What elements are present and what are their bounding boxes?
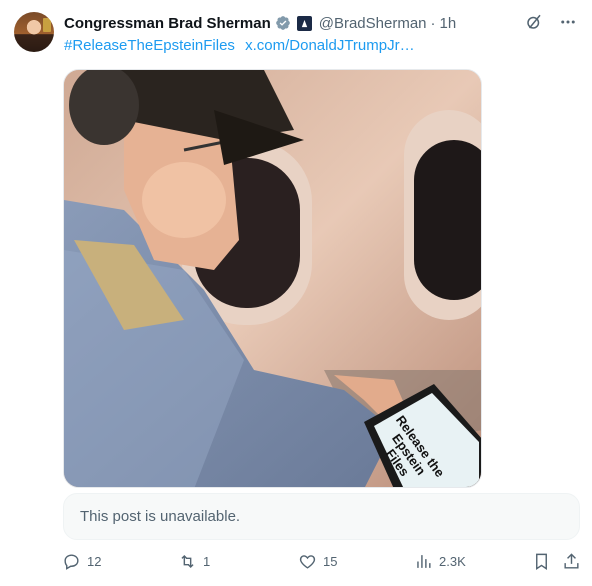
more-icon[interactable] xyxy=(558,12,578,32)
header-actions xyxy=(524,12,578,32)
grok-icon[interactable] xyxy=(524,12,544,32)
like-count: 15 xyxy=(323,554,338,569)
reply-icon xyxy=(64,554,79,570)
share-button[interactable] xyxy=(562,552,581,571)
reply-count: 12 xyxy=(87,554,102,569)
author-name[interactable]: Congressman Brad Sherman xyxy=(64,15,271,32)
views-count: 2.3K xyxy=(439,554,466,569)
post-header: Congressman Brad Sherman @BradSherman · … xyxy=(64,13,456,33)
like-button[interactable]: 15 xyxy=(298,552,337,571)
repost-button[interactable]: 1 xyxy=(178,552,210,571)
reply-button[interactable]: 12 xyxy=(62,552,101,571)
post-text: #ReleaseTheEpsteinFiles x.com/DonaldJTru… xyxy=(64,37,421,54)
government-badge-icon xyxy=(296,15,312,31)
hashtag-link[interactable]: #ReleaseTheEpsteinFiles xyxy=(64,37,235,54)
avatar[interactable] xyxy=(14,12,54,52)
author-handle[interactable]: @BradSherman xyxy=(319,15,427,32)
repost-count: 1 xyxy=(203,554,211,569)
bookmark-icon xyxy=(536,553,547,570)
repost-icon xyxy=(181,554,194,569)
quoted-post-unavailable[interactable]: This post is unavailable. xyxy=(63,493,580,540)
action-bar: 12 1 15 2.3K xyxy=(62,552,582,574)
timestamp[interactable]: 1h xyxy=(440,15,457,32)
bookmark-button[interactable] xyxy=(532,552,551,571)
like-icon xyxy=(299,555,316,569)
verified-icon[interactable] xyxy=(275,15,291,31)
separator: · xyxy=(430,14,436,32)
photo-illustration xyxy=(64,70,481,487)
tweet: Congressman Brad Sherman @BradSherman · … xyxy=(0,0,592,586)
views-button[interactable]: 2.3K xyxy=(414,552,466,571)
external-link[interactable]: x.com/DonaldJTrumpJr… xyxy=(245,37,414,54)
share-icon xyxy=(564,553,579,569)
post-image[interactable]: Release the Epstein Files xyxy=(63,69,482,488)
views-icon xyxy=(417,555,431,568)
